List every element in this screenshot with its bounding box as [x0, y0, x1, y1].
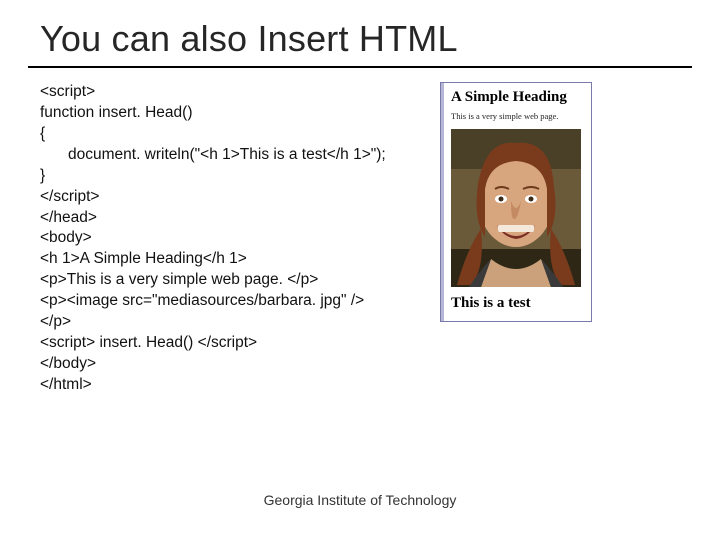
slide: You can also Insert HTML <script> functi…	[0, 0, 720, 540]
code-block: <script> function insert. Head() { docum…	[40, 82, 435, 396]
code-line: function insert. Head()	[40, 103, 435, 124]
code-line: </p>	[40, 312, 435, 333]
code-line: <body>	[40, 228, 435, 249]
code-line: </head>	[40, 208, 435, 229]
code-line: <p>This is a very simple web page. </p>	[40, 270, 435, 291]
preview-content: A Simple Heading This is a very simple w…	[441, 83, 591, 321]
preview-image	[451, 129, 581, 287]
code-line: }	[40, 166, 435, 187]
code-line: </html>	[40, 375, 435, 396]
code-line: <script>	[40, 82, 435, 103]
slide-title: You can also Insert HTML	[40, 18, 458, 60]
code-line: <script> insert. Head() </script>	[40, 333, 435, 354]
code-line: {	[40, 124, 435, 145]
slide-footer: Georgia Institute of Technology	[0, 492, 720, 508]
code-line: document. writeln("<h 1>This is a test</…	[40, 145, 435, 166]
preview-heading-1: A Simple Heading	[451, 89, 584, 106]
code-line: <h 1>A Simple Heading</h 1>	[40, 249, 435, 270]
title-underline	[28, 66, 692, 68]
browser-preview: A Simple Heading This is a very simple w…	[440, 82, 592, 322]
code-line: </script>	[40, 187, 435, 208]
code-line: <p><image src="mediasources/barbara. jpg…	[40, 291, 435, 312]
preview-heading-2: This is a test	[451, 295, 584, 312]
preview-paragraph: This is a very simple web page.	[451, 111, 584, 121]
code-line: </body>	[40, 354, 435, 375]
